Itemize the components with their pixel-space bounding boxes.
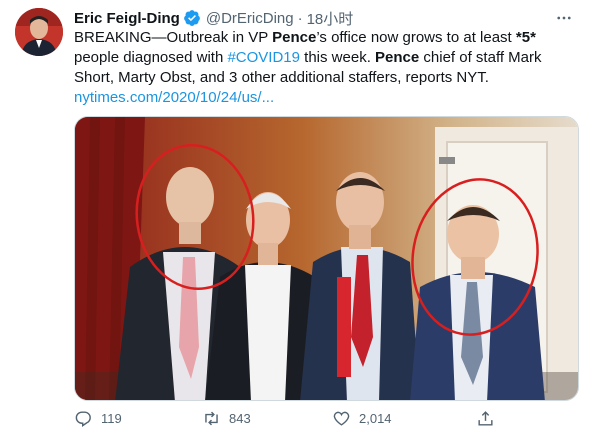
- reply-count: 119: [101, 410, 122, 426]
- text-part: this week.: [300, 49, 376, 66]
- author-handle[interactable]: @DrEricDing: [206, 10, 294, 27]
- like-button[interactable]: 2,014: [332, 409, 392, 428]
- article-link[interactable]: nytimes.com/2020/10/24/us/...: [74, 89, 274, 106]
- verified-badge-icon: [183, 9, 201, 27]
- text-bold: *5*: [515, 29, 536, 46]
- more-icon[interactable]: [554, 8, 574, 28]
- like-icon: [333, 411, 350, 426]
- retweet-count: 843: [229, 410, 251, 426]
- text-part: ’s office now grows to at least: [316, 29, 516, 46]
- text-bold: Pence: [375, 49, 420, 66]
- tweet-text: BREAKING—Outbreak in VP Pence’s office n…: [74, 28, 579, 108]
- retweet-button[interactable]: 843: [202, 409, 251, 428]
- author-name[interactable]: Eric Feigl-Ding: [74, 10, 180, 27]
- reply-button[interactable]: 119: [74, 409, 122, 428]
- share-button[interactable]: [476, 409, 495, 428]
- hashtag-link[interactable]: #COVID19: [227, 49, 300, 66]
- reply-icon: [75, 410, 91, 427]
- share-icon: [478, 410, 493, 426]
- like-count: 2,014: [359, 410, 392, 426]
- retweet-icon: [205, 411, 218, 425]
- text-part: BREAKING—Outbreak in VP: [74, 29, 273, 46]
- separator: ·: [297, 9, 303, 27]
- text-bold: Pence: [272, 29, 317, 46]
- tweet-header: Eric Feigl-Ding @DrEricDing · 18小时: [74, 8, 574, 28]
- avatar[interactable]: [15, 8, 63, 56]
- timestamp[interactable]: 18小时: [307, 8, 354, 29]
- tweet-photo[interactable]: [74, 116, 579, 401]
- tweet-actions: 119 843 2,014: [74, 408, 579, 428]
- text-part: people diagnosed with: [74, 49, 228, 66]
